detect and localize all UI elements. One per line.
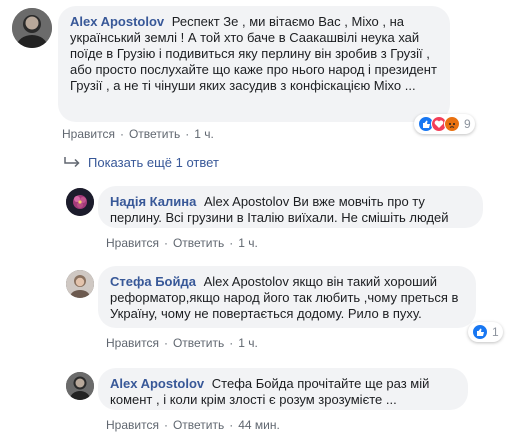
reply-link[interactable]: Ответить <box>173 336 224 350</box>
reply-author[interactable]: Надія Калина <box>110 194 196 209</box>
timestamp[interactable]: 44 мин. <box>238 418 280 432</box>
person-photo-icon <box>12 8 52 48</box>
avatar-alex-apostolov[interactable] <box>12 8 52 48</box>
like-link[interactable]: Нравится <box>106 336 159 350</box>
like-link[interactable]: Нравится <box>106 418 159 432</box>
flower-photo-icon <box>66 188 94 216</box>
reply-author[interactable]: Alex Apostolov <box>110 376 204 391</box>
timestamp[interactable]: 1 ч. <box>238 336 258 350</box>
show-more-replies-link[interactable]: Показать ещё 1 ответ <box>62 155 219 170</box>
person-photo-icon <box>66 270 94 298</box>
reply-bubble: Alex Apostolov Стефа Бойда прочітайте ще… <box>98 368 468 410</box>
avatar-alex-apostolov[interactable] <box>66 372 94 400</box>
reply-actions: Нравится · Ответить · 1 ч. <box>106 236 258 250</box>
person-photo-icon <box>66 372 94 400</box>
reply-actions: Нравится · Ответить · 44 мин. <box>106 418 280 432</box>
timestamp[interactable]: 1 ч. <box>238 236 258 250</box>
reply-link[interactable]: Ответить <box>173 418 224 432</box>
comment-actions: Нравится · Ответить · 1 ч. <box>62 127 214 141</box>
reply-author[interactable]: Стефа Бойда <box>110 274 196 289</box>
show-more-replies-label: Показать ещё 1 ответ <box>88 155 219 170</box>
reaction-count: 1 <box>492 325 499 339</box>
like-link[interactable]: Нравится <box>62 127 115 141</box>
comment-author[interactable]: Alex Apostolov <box>70 14 164 29</box>
reactions-summary[interactable]: 9 <box>414 114 475 134</box>
timestamp[interactable]: 1 ч. <box>194 127 214 141</box>
angry-reaction-icon <box>444 116 460 132</box>
reactions-summary[interactable]: 1 <box>468 322 503 342</box>
reply-actions: Нравится · Ответить · 1 ч. <box>106 336 258 350</box>
avatar-nadiia-kalyna[interactable] <box>66 188 94 216</box>
reply-link[interactable]: Ответить <box>129 127 180 141</box>
reply-bubble: Надія Калина Alex Apostolov Ви вже мовчі… <box>98 186 483 228</box>
like-reaction-icon <box>472 324 488 340</box>
reply-arrow-icon <box>64 156 80 167</box>
comment-bubble: Alex Apostolov Респект Зе , ми вітаємо В… <box>58 6 450 122</box>
avatar-stefa-boida[interactable] <box>66 270 94 298</box>
like-link[interactable]: Нравится <box>106 236 159 250</box>
reply-bubble: Стефа Бойда Alex Apostolov якщо він таки… <box>98 266 476 328</box>
reaction-count: 9 <box>464 117 471 131</box>
reply-link[interactable]: Ответить <box>173 236 224 250</box>
